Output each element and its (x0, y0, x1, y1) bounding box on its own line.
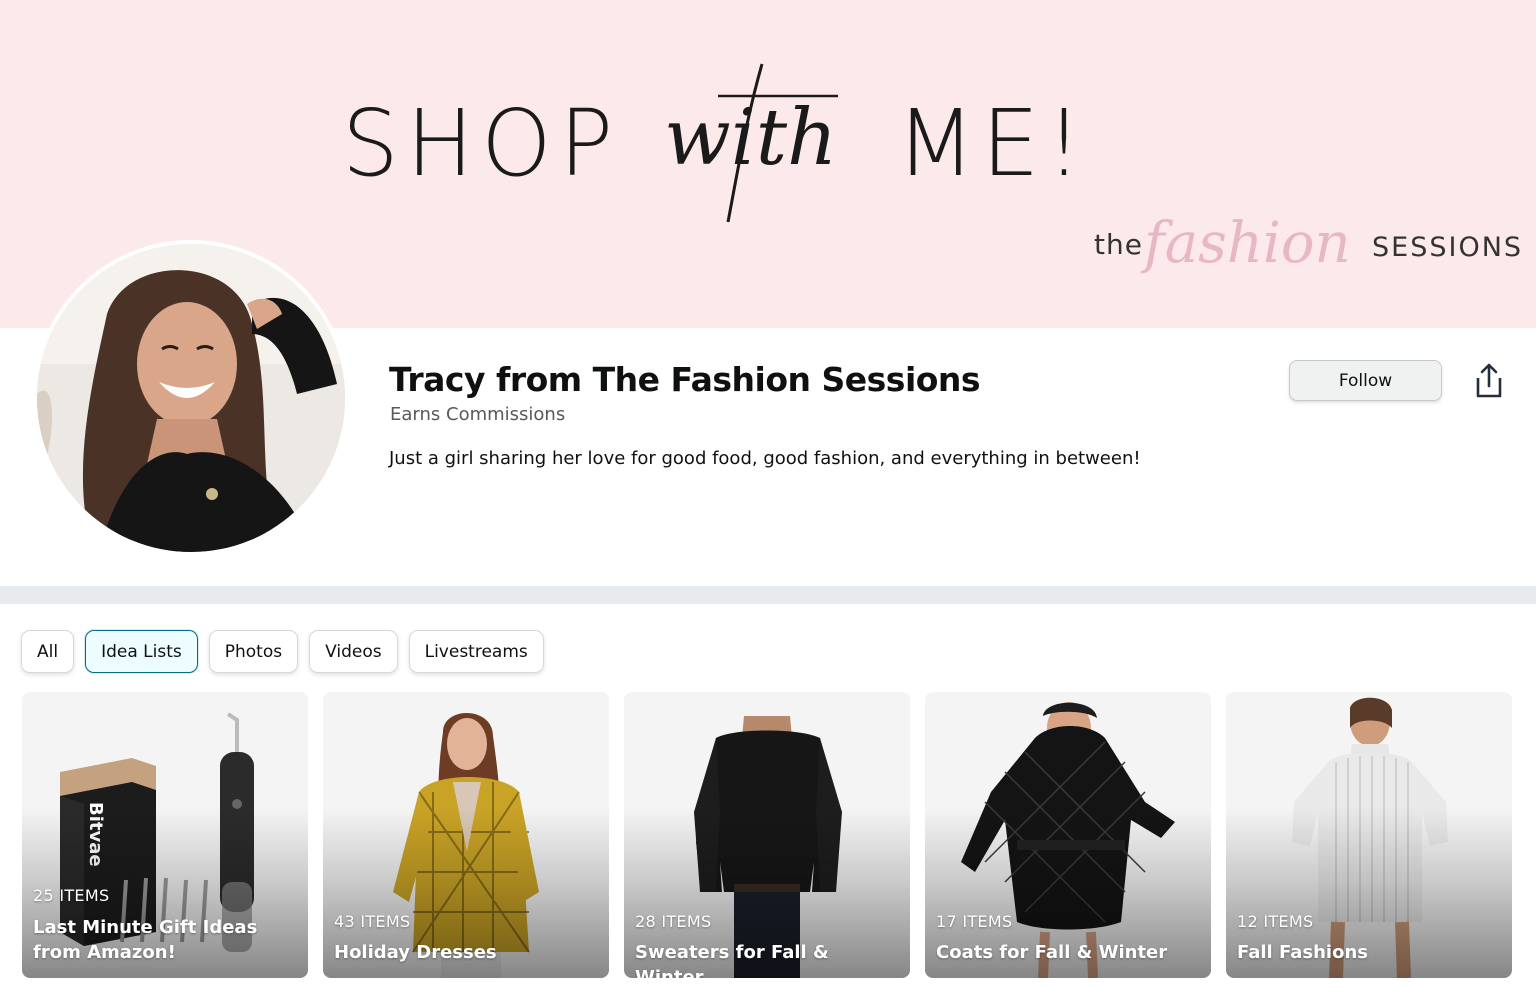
banner-with-script: with (664, 63, 838, 223)
banner-shop-text: SHOP (342, 90, 621, 197)
banner-me-text: ME! (896, 90, 1089, 197)
idea-list-card-sweaters[interactable]: 28 ITEMS Sweaters for Fall & Winter (624, 692, 910, 978)
idea-list-card-gift-ideas[interactable]: Bitvae 25 ITEMS Last Minute Gift Ideas f… (22, 692, 308, 978)
card-title: Fall Fashions (1237, 942, 1368, 963)
brand-sessions-text: SESSIONS (1372, 232, 1524, 263)
card-item-count: 43 ITEMS (334, 912, 411, 931)
card-item-count: 28 ITEMS (635, 912, 712, 931)
avatar (33, 240, 349, 556)
follow-button[interactable]: Follow (1289, 360, 1442, 401)
tab-livestreams[interactable]: Livestreams (408, 630, 544, 673)
tab-idea-lists[interactable]: Idea Lists (85, 630, 198, 673)
brand-the-text: the (1094, 228, 1143, 261)
card-title: Sweaters for Fall & Winter (635, 942, 829, 978)
share-icon[interactable] (1472, 362, 1506, 400)
card-item-count: 12 ITEMS (1237, 912, 1314, 931)
card-item-count: 17 ITEMS (936, 912, 1013, 931)
svg-text:fashion: fashion (1140, 211, 1351, 276)
idea-list-card-holiday-dresses[interactable]: 43 ITEMS Holiday Dresses (323, 692, 609, 978)
profile-bio: Just a girl sharing her love for good fo… (389, 448, 1141, 469)
brand-fashion-script: fashion (1140, 211, 1351, 276)
card-title: Holiday Dresses (334, 942, 497, 963)
earns-commissions-label: Earns Commissions (390, 404, 566, 425)
card-title: Last Minute Gift Ideas from Amazon! (33, 917, 258, 963)
tab-photos[interactable]: Photos (208, 630, 299, 673)
tab-all[interactable]: All (21, 630, 75, 673)
section-divider (0, 586, 1536, 604)
profile-name: Tracy from The Fashion Sessions (389, 360, 981, 399)
card-item-count: 25 ITEMS (33, 886, 110, 905)
tab-videos[interactable]: Videos (309, 630, 398, 673)
content-tabs: All Idea Lists Photos Videos Livestreams (21, 630, 544, 673)
idea-list-card-fall-fashions[interactable]: 12 ITEMS Fall Fashions (1226, 692, 1512, 978)
idea-list-card-coats[interactable]: 17 ITEMS Coats for Fall & Winter (925, 692, 1211, 978)
card-title: Coats for Fall & Winter (936, 942, 1168, 963)
